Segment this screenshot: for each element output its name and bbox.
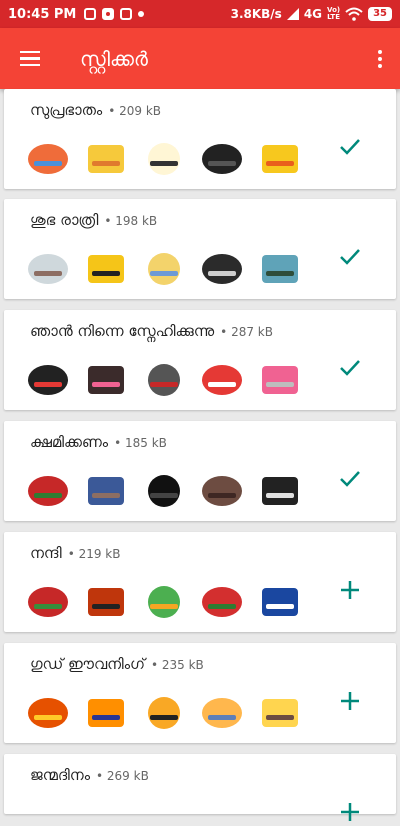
notification-icon (84, 8, 97, 20)
penguin-heart-sticker (24, 360, 72, 400)
volte-bottom: LTE (327, 13, 340, 21)
boy-sign-sticker (82, 471, 130, 511)
app-title: സ്റ്റിക്കർ (80, 46, 148, 71)
yellow-moon-sticker (82, 249, 130, 289)
volte-badge: Vo) LTE (327, 7, 340, 21)
sticker-pack-card[interactable]: ഞാൻ നിന്നെ സ്നേഹിക്കുന്നു • 287 kB (4, 310, 396, 410)
network-speed: 3.8KB/s (230, 7, 282, 21)
flowers-sorry-sticker (24, 471, 72, 511)
pack-size: • 198 kB (104, 214, 158, 228)
palm-sunset-sticker (256, 693, 304, 733)
pack-name: സുപ്രഭാതം (30, 101, 103, 119)
teddy-bear-sticker (198, 471, 246, 511)
pack-added-check-icon[interactable] (336, 243, 364, 271)
wifi-icon (345, 7, 363, 21)
signal-icon (286, 8, 299, 20)
fairy-moon-sticker (140, 249, 188, 289)
crescent-moon-sticker (198, 249, 246, 289)
sticker-pack-card[interactable]: ക്ഷമിക്കണം • 185 kB (4, 421, 396, 521)
sticker-row (24, 360, 304, 400)
camera-notification-icon (102, 8, 115, 20)
roses-sticker (198, 582, 246, 622)
app-bar: സ്റ്റിക്കർ (0, 28, 400, 89)
girl-sunrise-sticker (140, 139, 188, 179)
pack-name: നന്ദി (30, 544, 62, 562)
more-vert-icon[interactable] (360, 28, 400, 89)
sunset-oval-sticker (24, 693, 72, 733)
more-notifications-icon (138, 11, 145, 17)
sleeping-cat-sticker (24, 249, 72, 289)
status-bar: 10:45 PM 3.8KB/s 4G Vo) LTE 35 (0, 0, 400, 28)
pack-added-check-icon[interactable] (336, 465, 364, 493)
sticker-pack-card[interactable]: സുപ്രഭാതം • 209 kB (4, 89, 396, 189)
sticker-row (24, 471, 304, 511)
pack-size: • 185 kB (114, 436, 167, 450)
pack-name: ക്ഷമിക്കണം (30, 433, 109, 451)
smiling-sun-sticker (256, 139, 304, 179)
pack-added-check-icon[interactable] (336, 354, 364, 382)
flying-sun-sticker (24, 139, 72, 179)
pack-name: ഞാൻ നിന്നെ സ്നേഹിക്കുന്നു (30, 322, 215, 340)
sticker-pack-card[interactable]: ശുഭ രാത്രി • 198 kB (4, 199, 396, 299)
evening-sky-sticker (198, 693, 246, 733)
kid-thanks-sticker (140, 582, 188, 622)
thanks-text-sticker (82, 582, 130, 622)
sun-greeting-sticker (82, 139, 130, 179)
pack-size: • 269 kB (96, 769, 149, 783)
add-pack-plus-icon[interactable] (336, 798, 364, 826)
silhouette-sticker (140, 471, 188, 511)
sunset-sea-sticker (82, 693, 130, 733)
sticker-row (24, 582, 304, 622)
network-type: 4G (303, 7, 323, 21)
battery-indicator: 35 (368, 7, 392, 21)
sticker-row (24, 139, 304, 179)
add-pack-plus-icon[interactable] (336, 687, 364, 715)
pack-size: • 209 kB (108, 104, 161, 118)
add-pack-plus-icon[interactable] (336, 576, 364, 604)
blue-badge-sticker (256, 582, 304, 622)
couple-text-sticker (140, 360, 188, 400)
birds-sticker (198, 139, 246, 179)
birds-sunset-sticker (140, 693, 188, 733)
menu-icon[interactable] (0, 28, 60, 89)
love-dog-sticker (82, 360, 130, 400)
pack-size: • 287 kB (220, 325, 273, 339)
sticker-pack-card[interactable]: നന്ദി • 219 kB (4, 532, 396, 632)
pack-name: ശുഭ രാത്രി (30, 211, 99, 229)
sticker-row (24, 249, 304, 289)
pack-added-check-icon[interactable] (336, 133, 364, 161)
pack-size: • 235 kB (150, 658, 204, 672)
sticker-row (24, 693, 304, 733)
arrow-heart-sticker (256, 360, 304, 400)
sticker-pack-card[interactable]: ഗുഡ് ഈവനിംഗ് • 235 kB (4, 643, 396, 743)
night-landscape-sticker (256, 249, 304, 289)
pack-name: ജന്മദിനം (30, 766, 91, 784)
app-notification-icon (120, 8, 133, 20)
pack-name: ഗുഡ് ഈവനിംഗ് (30, 655, 145, 673)
pack-size: • 219 kB (67, 547, 121, 561)
rose-heart-sticker (24, 582, 72, 622)
status-time: 10:45 PM (8, 6, 77, 22)
banner-sticker (256, 471, 304, 511)
sticker-pack-card[interactable]: ജന്മദിനം • 269 kB (4, 754, 396, 821)
heart-box-sticker (198, 360, 246, 400)
